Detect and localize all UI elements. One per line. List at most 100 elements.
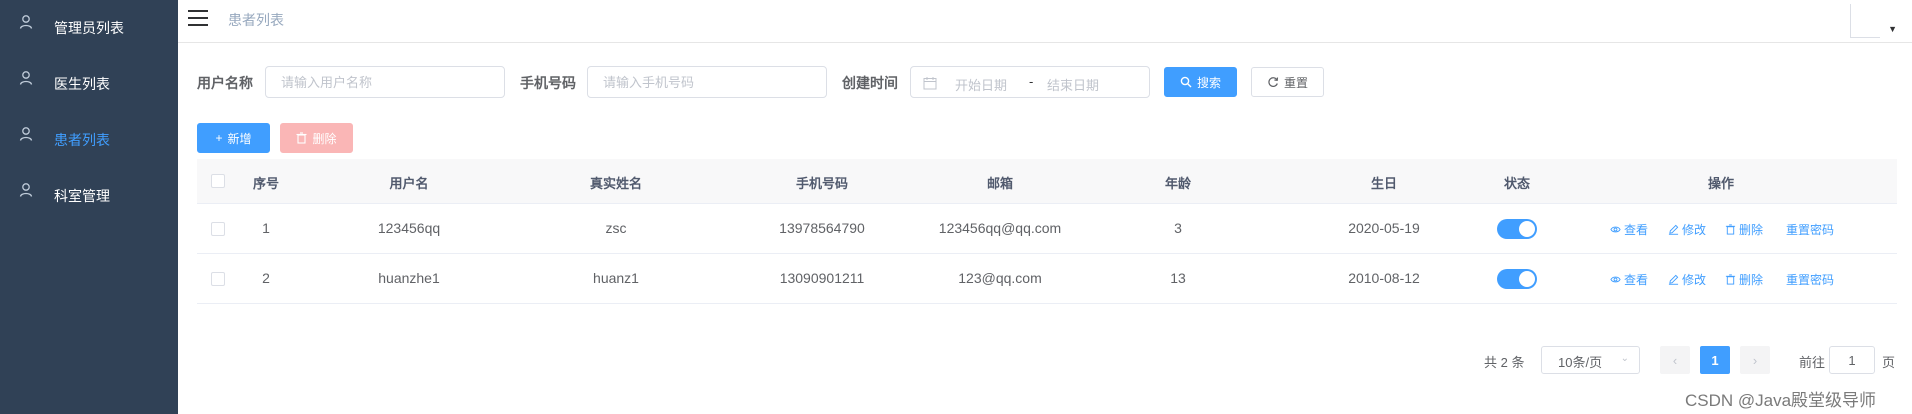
sidebar-item-label: 管理员列表: [54, 20, 124, 36]
prev-page-button[interactable]: ‹: [1660, 346, 1690, 374]
end-date-input[interactable]: 结束日期: [1047, 75, 1099, 94]
eye-icon: [1610, 226, 1621, 233]
column-header: 真实姓名: [589, 176, 643, 191]
add-button[interactable]: + 新增: [197, 123, 270, 153]
add-button-label: 新增: [227, 131, 252, 146]
sidebar-item-department-management[interactable]: 科室管理: [0, 168, 178, 224]
trash-icon: [1725, 224, 1736, 235]
trash-icon: [1725, 274, 1736, 285]
column-header: 手机号码: [795, 176, 849, 191]
cell-phone: 13090901211: [779, 270, 865, 286]
range-separator: -: [1029, 74, 1034, 89]
sidebar-item-label: 患者列表: [54, 132, 110, 148]
date-range-picker[interactable]: 开始日期 - 结束日期: [910, 66, 1150, 98]
delete-button[interactable]: 删除: [280, 123, 353, 153]
page-size-select[interactable]: 10条/页 ⌄: [1541, 346, 1640, 374]
reset-button[interactable]: 重置: [1251, 67, 1324, 97]
row-checkbox[interactable]: [211, 272, 225, 286]
view-button[interactable]: 查看: [1610, 271, 1648, 288]
page-number-button[interactable]: 1: [1700, 346, 1730, 374]
column-header: 年龄: [1164, 176, 1192, 191]
edit-button[interactable]: 修改: [1668, 271, 1706, 288]
cell-username: huanzhe1: [378, 270, 440, 286]
cell-email: 123456qq@qq.com: [938, 220, 1062, 236]
goto-label: 前往: [1799, 355, 1826, 370]
user-icon: [19, 127, 33, 141]
cell-username: 123456qq: [377, 220, 441, 236]
goto-page-input[interactable]: [1829, 346, 1875, 374]
column-header: 操作: [1707, 176, 1735, 191]
calendar-icon: [923, 77, 937, 90]
chevron-right-icon: ›: [1752, 352, 1758, 368]
edit-label: 修改: [1682, 273, 1707, 287]
search-button-label: 搜索: [1196, 75, 1221, 90]
chevron-left-icon: ‹: [1672, 352, 1678, 368]
reset-button-label: 重置: [1283, 75, 1308, 90]
user-icon: [19, 71, 33, 85]
page-size-value: 10条/页: [1558, 355, 1603, 370]
edit-label: 修改: [1682, 223, 1707, 237]
cell-age: 13: [1170, 270, 1186, 286]
next-page-button[interactable]: ›: [1740, 346, 1770, 374]
sidebar-item-patient-list[interactable]: 患者列表: [0, 112, 178, 168]
avatar[interactable]: [1850, 4, 1880, 38]
reset-password-button[interactable]: 重置密码: [1786, 221, 1834, 238]
start-date-input[interactable]: 开始日期: [955, 75, 1007, 94]
reset-password-button[interactable]: 重置密码: [1786, 271, 1834, 288]
delete-button-label: 删除: [312, 131, 337, 146]
breadcrumb[interactable]: 患者列表: [228, 10, 284, 30]
cell-index: 1: [262, 220, 270, 236]
cell-birthday: 2020-05-19: [1348, 220, 1420, 236]
sidebar-item-doctor-list[interactable]: 医生列表: [0, 56, 178, 112]
goto-unit-label: 页: [1882, 355, 1896, 370]
column-header: 状态: [1503, 176, 1531, 191]
user-icon: [19, 183, 33, 197]
phone-label: 手机号码: [520, 75, 576, 91]
sidebar: 管理员列表 医生列表 患者列表 科室管理: [0, 0, 178, 414]
table-row: 2 huanzhe1 huanz1 13090901211 123@qq.com…: [197, 254, 1897, 304]
trash-icon: [296, 132, 307, 144]
select-all-checkbox[interactable]: [211, 174, 225, 188]
column-header: 生日: [1370, 176, 1398, 191]
delete-row-button[interactable]: 删除: [1725, 271, 1763, 288]
view-button[interactable]: 查看: [1610, 221, 1648, 238]
hamburger-menu-icon[interactable]: [188, 10, 208, 28]
plus-icon: +: [215, 131, 223, 145]
edit-button[interactable]: 修改: [1668, 221, 1706, 238]
table-row: 1 123456qq zsc 13978564790 123456qq@qq.c…: [197, 204, 1897, 254]
caret-down-icon[interactable]: ▼: [1888, 24, 1897, 34]
edit-icon: [1668, 274, 1679, 285]
table-header: 序号 用户名 真实姓名 手机号码 邮箱 年龄 生日 状态 操作: [197, 159, 1897, 204]
sidebar-item-admin-list[interactable]: 管理员列表: [0, 0, 178, 56]
phone-input[interactable]: [587, 66, 827, 98]
pagination-total: 共 2 条: [1484, 355, 1525, 370]
top-navbar: 患者列表 ▼: [178, 0, 1912, 43]
current-page-number: 1: [1711, 352, 1719, 368]
cell-real-name: huanz1: [593, 270, 639, 286]
search-button[interactable]: 搜索: [1164, 67, 1237, 97]
delete-label: 删除: [1739, 223, 1764, 237]
delete-label: 删除: [1739, 273, 1764, 287]
sidebar-item-label: 科室管理: [54, 188, 110, 204]
view-label: 查看: [1624, 223, 1649, 237]
search-icon: [1180, 76, 1192, 88]
username-input[interactable]: [265, 66, 505, 98]
status-toggle[interactable]: [1497, 269, 1537, 289]
column-header: 序号: [252, 176, 280, 191]
delete-row-button[interactable]: 删除: [1725, 221, 1763, 238]
created-time-label: 创建时间: [842, 75, 898, 91]
user-icon: [19, 15, 33, 29]
cell-phone: 13978564790: [779, 220, 865, 236]
column-header: 用户名: [389, 176, 429, 191]
status-toggle[interactable]: [1497, 219, 1537, 239]
watermark: CSDN @Java殿堂级导师: [1685, 391, 1877, 410]
edit-icon: [1668, 224, 1679, 235]
cell-age: 3: [1174, 220, 1182, 236]
cell-birthday: 2010-08-12: [1348, 270, 1420, 286]
column-header: 邮箱: [986, 176, 1014, 191]
eye-icon: [1610, 276, 1621, 283]
username-label: 用户名称: [197, 75, 253, 91]
reset-password-label: 重置密码: [1786, 273, 1835, 287]
row-checkbox[interactable]: [211, 222, 225, 236]
cell-real-name: zsc: [605, 220, 627, 236]
